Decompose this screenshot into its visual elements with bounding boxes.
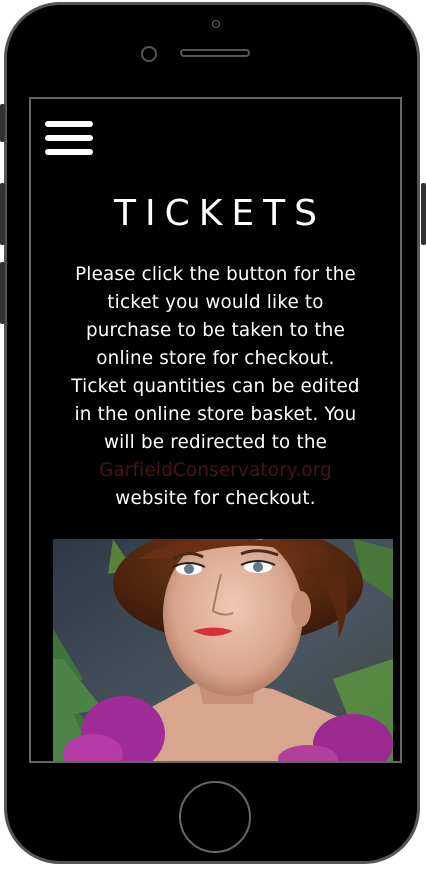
- home-button[interactable]: [179, 781, 251, 853]
- volume-down-button: [0, 262, 5, 324]
- front-camera: [141, 46, 157, 62]
- sensor-dot: [212, 20, 220, 28]
- mute-switch: [0, 104, 5, 142]
- ticket-description: Please click the button for the ticket y…: [45, 261, 386, 513]
- description-line: ticket you would like to: [107, 292, 324, 313]
- portrait-image: [53, 539, 393, 761]
- earpiece-speaker: [180, 49, 250, 57]
- screen: TICKETS Please click the button for the …: [29, 97, 402, 763]
- hamburger-menu-icon[interactable]: [45, 121, 93, 157]
- description-line: will be redirected to the: [103, 432, 328, 453]
- page-title: TICKETS: [114, 193, 326, 234]
- description-line: Please click the button for the: [75, 264, 356, 285]
- description-line: purchase to be taken to the: [85, 320, 346, 341]
- phone-frame: TICKETS Please click the button for the …: [4, 2, 420, 864]
- description-line: Ticket quantities can be edited: [71, 376, 360, 397]
- volume-up-button: [0, 183, 5, 245]
- hero-photo: [53, 539, 393, 761]
- description-line: online store for checkout.: [96, 348, 335, 369]
- description-line: website for checkout.: [115, 488, 316, 509]
- description-line: in the online store basket. You: [74, 404, 357, 425]
- power-button: [421, 183, 426, 245]
- conservatory-link[interactable]: GarfieldConservatory.org: [99, 460, 332, 481]
